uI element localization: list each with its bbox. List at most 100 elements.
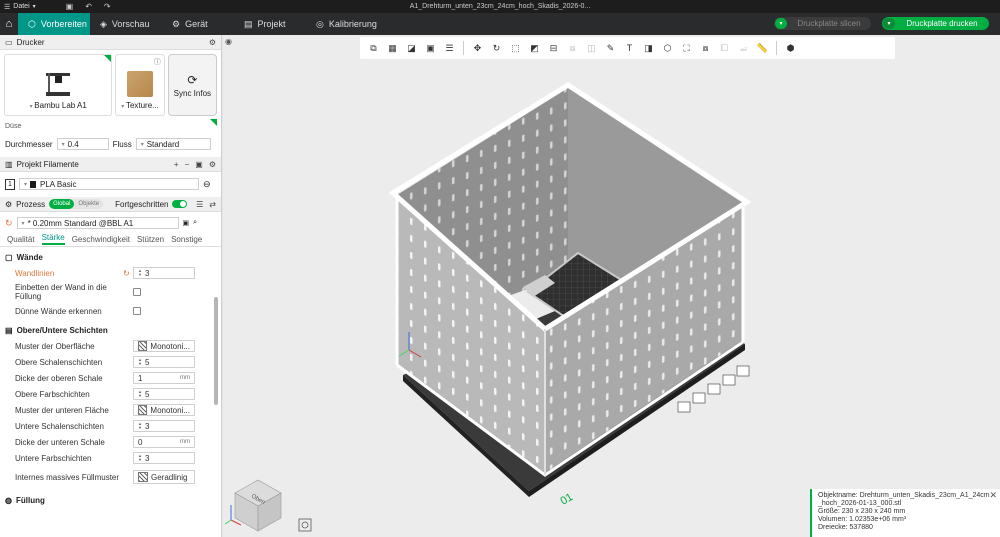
mode-global[interactable]: Global <box>49 199 75 209</box>
chevron-down-icon[interactable]: ▾ <box>883 18 895 29</box>
filament-select[interactable]: ▾ PLA Basic <box>19 178 199 190</box>
top-shell-thickness-input[interactable]: 1 mm <box>133 372 195 384</box>
filament-name: PLA Basic <box>40 179 77 189</box>
gear-icon[interactable]: ⚙ <box>209 160 216 169</box>
title-bar: ☰ Datei ▾ ▣ ↶ ↷ A1_Drehturm_unten_23cm_2… <box>0 0 1000 13</box>
subtab-geschwindigkeit[interactable]: Geschwindigkeit <box>72 235 130 244</box>
bottom-shell-layers-input[interactable]: ▲ ▼ 3 <box>133 420 195 432</box>
reset-icon[interactable]: ↻ <box>123 269 133 278</box>
process-mode-toggle[interactable]: Global Objekte <box>49 199 104 209</box>
compare-icon[interactable]: ⇄ <box>209 200 216 209</box>
save-icon[interactable]: ▣ <box>66 2 74 11</box>
filament-sync-icon[interactable]: ▣ <box>195 160 203 169</box>
main-tab-bar: ⌂ ⬡ Vorbereiten ◈ Vorschau ⚙ Gerät ▤ Pro… <box>0 13 1000 35</box>
object-triangles: Dreiecke: 537880 <box>818 524 873 531</box>
section-title: Prozess <box>16 199 46 209</box>
tab-kalibrierung[interactable]: ◎ Kalibrierung <box>306 13 396 35</box>
section-title: Drucker <box>16 37 45 47</box>
3d-scene[interactable]: 01 Oben <box>223 35 1000 537</box>
file-menu[interactable]: ☰ Datei ▾ <box>0 3 36 11</box>
subtab-stuetzen[interactable]: Stützen <box>137 235 164 244</box>
filament-row: 1 ▾ PLA Basic ⊖ <box>0 175 221 193</box>
undo-icon[interactable]: ↶ <box>85 2 92 11</box>
home-icon[interactable]: ⌂ <box>0 13 18 35</box>
object-name: Objektname: Drehturm_unten_Skadis_23cm_A… <box>818 492 990 499</box>
sync-info-button[interactable]: ⟳ Sync Infos <box>167 54 217 116</box>
embed-wall-label: Einbetten der Wand in die Füllung <box>15 283 107 301</box>
corner-marker <box>104 55 112 62</box>
add-icon[interactable]: + <box>174 160 179 169</box>
3d-viewport[interactable]: ◉ ⧉ ▦ ◪ ▣ ☰ ✥ ↻ ⬚ ◩ ⊟ ⧈ ◫ ✎ T ◨ ⬡ ⛶ ⧇ ⧠ … <box>223 35 1000 537</box>
shell-layers-icon: ▤ <box>5 325 13 335</box>
shell-label: Untere Schalenschichten <box>15 421 104 431</box>
tab-projekt[interactable]: ▤ Projekt <box>234 13 306 35</box>
process-subtabs: Qualität Stärke Geschwindigkeit Stützen … <box>0 232 221 247</box>
group-title: Obere/Untere Schichten <box>16 325 108 335</box>
subtab-staerke[interactable]: Stärke <box>41 233 65 245</box>
filament-color-swatch <box>30 180 37 188</box>
save-preset-icon[interactable]: ▣ <box>183 219 190 227</box>
bottom-pattern-select[interactable]: Monotoni... <box>133 404 195 416</box>
subtab-sonstige[interactable]: Sonstige <box>171 235 202 244</box>
remove-circle-icon[interactable]: ⊖ <box>203 179 211 190</box>
sliders-icon: ⚙ <box>172 18 181 29</box>
process-section-header: ⚙ Prozess Global Objekte Fortgeschritten… <box>0 197 221 212</box>
subtab-qualitaet[interactable]: Qualität <box>7 235 35 244</box>
tab-vorschau[interactable]: ◈ Vorschau <box>90 13 162 35</box>
bottom-shell-thickness-input[interactable]: 0 mm <box>133 436 195 448</box>
info-icon[interactable]: ⓘ <box>154 57 161 67</box>
redo-icon[interactable]: ↷ <box>104 2 111 11</box>
slice-plate-button[interactable]: ▾ Druckplatte slicen <box>774 17 871 30</box>
search-icon[interactable]: ⌕ <box>193 219 197 227</box>
top-pattern-select[interactable]: Monotoni... <box>133 340 195 352</box>
gear-icon[interactable]: ⚙ <box>209 38 216 47</box>
shell-row: Muster der unteren Fläche Monotoni... <box>0 402 221 418</box>
printer-cards: ▾ Bambu Lab A1 ⓘ ▾ Texture... ⟳ Sync Inf… <box>0 50 221 126</box>
printer-card[interactable]: ▾ Bambu Lab A1 <box>4 54 113 116</box>
zoom-fit-icon[interactable] <box>298 518 312 532</box>
view-cube[interactable]: Oben <box>224 479 282 532</box>
top-shell-layers-input[interactable]: ▲ ▼ 5 <box>133 356 195 368</box>
tab-vorbereiten[interactable]: ⬡ Vorbereiten <box>18 13 90 35</box>
tab-label: Vorbereiten <box>40 19 87 29</box>
remove-icon[interactable]: − <box>185 160 190 169</box>
stepper-icon[interactable]: ▲ ▼ <box>138 422 142 430</box>
chevron-down-icon: ▾ <box>32 4 36 10</box>
mode-objects[interactable]: Objekte <box>74 199 103 209</box>
plate-card[interactable]: ⓘ ▾ Texture... <box>115 54 165 116</box>
print-plate-button[interactable]: ▾ Druckplatte drucken <box>882 17 989 30</box>
stepper-icon[interactable]: ▲ ▼ <box>138 358 142 366</box>
list-icon[interactable]: ☰ <box>196 200 203 209</box>
stepper-icon[interactable]: ▲ ▼ <box>138 390 142 398</box>
stepper-icon[interactable]: ▲ ▼ <box>138 269 142 277</box>
tab-label: Kalibrierung <box>328 19 377 29</box>
tab-label: Gerät <box>185 19 208 29</box>
scrollbar-thumb[interactable] <box>214 297 218 405</box>
tab-geraet[interactable]: ⚙ Gerät <box>162 13 234 35</box>
sync-icon: ⟳ <box>187 72 198 87</box>
bottom-color-layers-input[interactable]: ▲ ▼ 3 <box>133 452 195 464</box>
group-title: Füllung <box>15 495 45 505</box>
embed-wall-checkbox[interactable] <box>133 288 141 296</box>
thin-walls-label: Dünne Wände erkennen <box>15 306 102 316</box>
shell-row: Obere Farbschichten ▲ ▼ 5 <box>0 386 221 402</box>
thin-walls-checkbox[interactable] <box>133 307 141 315</box>
shell-row: Dicke der oberen Schale 1 mm <box>0 370 221 386</box>
top-color-layers-input[interactable]: ▲ ▼ 5 <box>133 388 195 400</box>
shell-row: Internes massives Füllmuster Geradlinig <box>0 466 221 488</box>
chevron-down-icon[interactable]: ▾ <box>775 18 787 29</box>
wall-lines-input[interactable]: ▲ ▼ 3 <box>133 267 195 279</box>
reset-icon[interactable]: ↻ <box>5 218 13 229</box>
left-settings-panel: ▭ Drucker ⚙ ▾ Bambu Lab A1 ⓘ ▾ Texture..… <box>0 35 222 537</box>
slice-plate-label: Druckplatte slicen <box>797 19 861 28</box>
object-volume: Volumen: 1.02353e+06 mm³ <box>818 516 907 523</box>
advanced-toggle[interactable] <box>172 200 188 208</box>
close-icon[interactable]: ✕ <box>989 491 997 500</box>
stepper-icon[interactable]: ▲ ▼ <box>138 454 142 462</box>
internal-solid-pattern-select[interactable]: Geradlinig <box>133 470 195 484</box>
nozzle-section: Düse <box>0 120 221 150</box>
shell-row: Untere Farbschichten ▲ ▼ 3 <box>0 450 221 466</box>
shells-group-header: ▤ Obere/Untere Schichten <box>0 322 221 338</box>
shell-label: Obere Farbschichten <box>15 389 90 399</box>
preset-select[interactable]: ▾ * 0.20mm Standard @BBL A1 <box>16 217 179 229</box>
